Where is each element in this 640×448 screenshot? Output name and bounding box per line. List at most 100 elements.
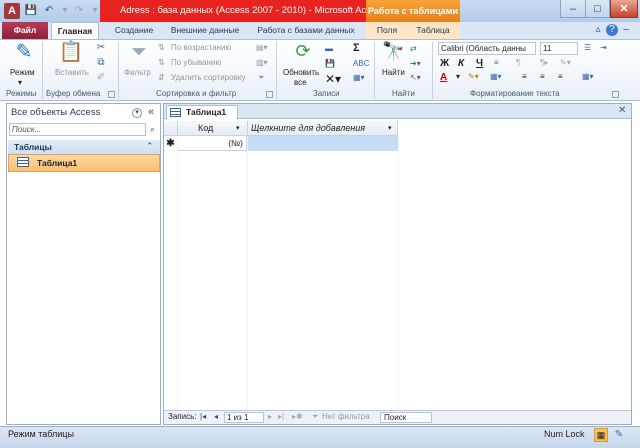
sort-descending-button[interactable]: По убыванию (171, 58, 221, 67)
find-label[interactable]: Найти (382, 68, 405, 77)
font-name-select[interactable]: Calibri (Область данны (438, 42, 536, 55)
clear-sort-icon[interactable]: ⇵ (158, 73, 165, 82)
column-header-add[interactable]: Щелкните для добавления (248, 121, 398, 136)
find-icon[interactable]: 🔭 (382, 42, 404, 66)
nav-group-tables[interactable]: Таблицы (8, 140, 160, 154)
collapse-icon[interactable]: ⌃ (146, 141, 154, 152)
cell-kod[interactable]: (№) (178, 136, 247, 151)
new-record-marker[interactable]: ✱ (164, 136, 177, 151)
status-mode: Режим таблицы (8, 429, 74, 439)
sort-ascending-button[interactable]: По возрастанию (171, 43, 231, 52)
refresh-all-icon[interactable]: ⟳ (292, 42, 314, 66)
clipboard-launcher-icon[interactable] (108, 91, 115, 98)
access-app-icon[interactable]: A (4, 3, 20, 19)
selection-filter-icon[interactable]: ▤▾ (256, 43, 268, 52)
undo-icon[interactable]: ↶ (42, 4, 56, 18)
fill-color-icon[interactable]: ✎▾ (468, 72, 479, 81)
first-record-icon[interactable]: |◂ (200, 412, 206, 421)
maximize-button[interactable]: □ (586, 0, 610, 18)
record-search-input[interactable]: Поиск (380, 412, 432, 423)
spelling-icon[interactable]: ABC (353, 59, 369, 68)
shutter-bar-icon[interactable]: « (148, 106, 154, 118)
filter-icon[interactable]: ⏷ (128, 42, 150, 66)
next-record-icon[interactable]: ▸ (268, 412, 272, 421)
sort-filter-launcher-icon[interactable] (266, 91, 273, 98)
tab-file[interactable]: Файл (2, 22, 48, 39)
align-center-icon[interactable]: ≡ (540, 72, 545, 81)
font-size-select[interactable]: 11 (540, 42, 578, 55)
column-dropdown-icon[interactable]: ▾ (236, 124, 240, 132)
clear-sort-button[interactable]: Удалить сортировку (171, 73, 245, 82)
paste-icon[interactable]: 📋 (58, 42, 84, 66)
filter-label[interactable]: Фильтр (124, 68, 151, 77)
record-position-input[interactable]: 1 из 1 (224, 412, 264, 423)
nav-search-input[interactable]: Поиск... (9, 123, 146, 136)
redo-icon[interactable]: ↷ (72, 4, 86, 18)
cut-icon[interactable]: ✂ (95, 43, 107, 53)
tab-create[interactable]: Создание (106, 22, 162, 39)
align-right-icon[interactable]: ≡ (558, 72, 563, 81)
prev-record-icon[interactable]: ◂ (214, 412, 218, 421)
underline-icon[interactable]: Ч (476, 58, 483, 69)
list-icon[interactable]: ☰ (584, 43, 591, 52)
replace-icon[interactable]: ⇄ (410, 44, 417, 53)
tab-fields[interactable]: Поля (370, 22, 404, 39)
column-add-dropdown-icon[interactable]: ▾ (388, 124, 392, 132)
view-mode-dropdown-icon[interactable]: ▾ (18, 78, 22, 87)
cell-add-field[interactable] (248, 136, 398, 151)
divider (42, 42, 43, 99)
totals-icon[interactable]: Σ (353, 42, 360, 54)
text-format-launcher-icon[interactable] (612, 91, 619, 98)
window-min-icon[interactable]: – (620, 24, 632, 36)
format-painter-icon[interactable]: ✐ (95, 73, 107, 83)
sort-desc-icon[interactable]: ⇅ (158, 58, 165, 67)
nav-item-table1[interactable]: Таблица1 (8, 154, 160, 172)
paste-label[interactable]: Вставить (55, 68, 89, 77)
paragraph-icon[interactable]: ¶ (516, 58, 520, 67)
bold-icon[interactable]: Ж (440, 58, 449, 69)
gridlines-icon[interactable]: ▦▾ (582, 72, 594, 81)
select-icon[interactable]: ↖▾ (410, 73, 421, 82)
delete-record-icon[interactable]: ✕▾ (325, 72, 341, 86)
close-document-icon[interactable]: ✕ (618, 105, 626, 116)
search-icon[interactable]: ⌕ (146, 123, 159, 136)
tab-external-data[interactable]: Внешние данные (164, 22, 246, 39)
last-record-icon[interactable]: ▸| (278, 412, 284, 421)
new-record-nav-icon[interactable]: ▸✱ (292, 412, 303, 421)
highlight-icon[interactable]: ✎▾ (560, 58, 571, 67)
minimize-ribbon-icon[interactable]: ▵ (592, 24, 604, 36)
view-mode-label[interactable]: Режим (10, 68, 35, 77)
refresh-all-label[interactable]: Обновить (283, 68, 319, 77)
more-icon[interactable]: ▦▾ (353, 73, 365, 82)
nav-menu-icon[interactable]: ▾ (132, 108, 142, 118)
goto-icon[interactable]: ➔▾ (410, 59, 421, 68)
minimize-button[interactable]: – (560, 0, 586, 18)
italic-icon[interactable]: К (458, 58, 464, 69)
copy-icon[interactable]: ⧉ (95, 58, 107, 68)
datasheet-view-icon[interactable]: ▦ (594, 428, 608, 442)
tab-home[interactable]: Главная (51, 22, 99, 39)
sort-asc-icon[interactable]: ⇅ (158, 43, 165, 52)
new-record-icon[interactable]: ▬ (325, 44, 333, 53)
refresh-all-label-2[interactable]: все (294, 78, 307, 87)
toggle-filter-icon[interactable]: ⏷ (258, 73, 264, 83)
tab-table[interactable]: Таблица (410, 22, 456, 39)
design-view-icon[interactable]: ✎ (612, 428, 626, 442)
font-color-dropdown-icon[interactable]: ▾ (456, 72, 460, 81)
align-left-icon[interactable]: ≡ (522, 72, 527, 81)
advanced-filter-icon[interactable]: ▥▾ (256, 58, 268, 67)
font-color-icon[interactable]: A (440, 72, 447, 83)
save-icon[interactable]: 💾 (24, 4, 38, 18)
indent-icon[interactable]: ⇥ (600, 43, 607, 52)
save-record-icon[interactable]: 💾 (325, 59, 335, 68)
rtl-icon[interactable]: ¶▸ (540, 58, 548, 67)
view-mode-icon[interactable]: ✎ (10, 42, 38, 64)
dropdown-arrow-icon[interactable]: ▾ (58, 4, 72, 18)
alt-row-color-icon[interactable]: ▦▾ (490, 72, 502, 81)
tab-database-tools[interactable]: Работа с базами данных (250, 22, 362, 39)
select-all-corner[interactable] (164, 121, 178, 136)
help-icon[interactable]: ? (606, 24, 618, 36)
close-button[interactable]: ✕ (610, 0, 638, 18)
filter-status[interactable]: Нет фильтра (322, 412, 370, 421)
align-icon[interactable]: ≡ (494, 58, 499, 67)
